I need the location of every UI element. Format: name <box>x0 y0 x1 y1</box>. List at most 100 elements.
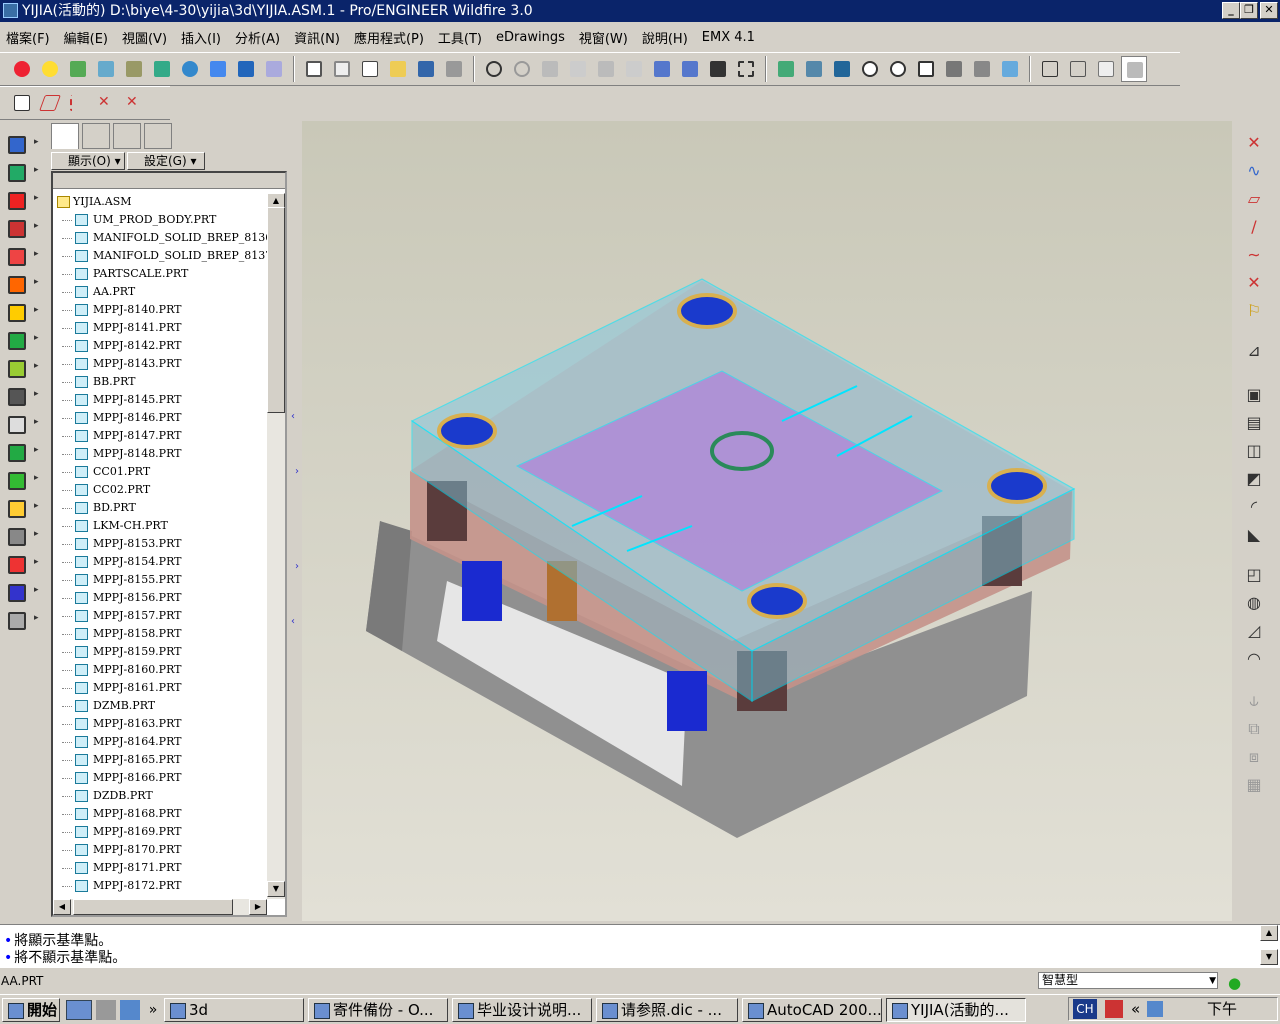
datum-plane-display-icon[interactable] <box>37 90 63 116</box>
tree-item[interactable]: MPPJ-8169.PRT <box>53 823 267 841</box>
csys-icon[interactable]: ⚐ <box>1242 300 1266 322</box>
app-icon[interactable] <box>3 3 18 18</box>
save-icon[interactable] <box>413 56 439 82</box>
menu-analysis[interactable]: 分析(A) <box>235 28 280 47</box>
collapse-left-icon[interactable]: ‹ <box>291 616 295 627</box>
collapse-left-icon[interactable]: ‹ <box>291 411 295 422</box>
task-button-proe[interactable]: YIJIA(活動的... <box>886 997 1026 1022</box>
folder-browser-tab-icon[interactable] <box>82 123 110 149</box>
lightbulb-icon[interactable] <box>37 56 63 82</box>
export-icon[interactable] <box>261 56 287 82</box>
tree-item[interactable]: MPPJ-8147.PRT <box>53 427 267 445</box>
datum-axis-display-icon[interactable] <box>65 90 91 116</box>
menu-insert[interactable]: 插入(I) <box>181 28 221 47</box>
tree-item[interactable]: MPPJ-8146.PRT <box>53 409 267 427</box>
grid-icon[interactable] <box>6 386 39 408</box>
scroll-left-arrow-icon[interactable]: ◀ <box>53 899 71 915</box>
menu-tools[interactable]: 工具(T) <box>438 28 482 47</box>
show-dropdown[interactable]: 顯示(O) ▾ <box>51 152 125 170</box>
chevron-down-icon[interactable]: ▼ <box>1209 974 1216 989</box>
favorites-tab-icon[interactable] <box>113 123 141 149</box>
tree-item[interactable]: MPPJ-8156.PRT <box>53 589 267 607</box>
menu-help[interactable]: 說明(H) <box>642 28 688 47</box>
settings-icon[interactable] <box>6 610 39 632</box>
zoom-out-icon[interactable] <box>885 56 911 82</box>
tree-item[interactable]: MPPJ-8160.PRT <box>53 661 267 679</box>
chamfer-icon[interactable]: ◣ <box>1242 524 1266 546</box>
scroll-right-arrow-icon[interactable]: ▶ <box>249 899 267 915</box>
tree-item[interactable]: MPPJ-8170.PRT <box>53 841 267 859</box>
ie-icon[interactable] <box>66 999 92 1020</box>
create-component-icon[interactable]: ▤ <box>1242 412 1266 434</box>
spin-icon[interactable] <box>829 56 855 82</box>
hole-icon[interactable]: ◫ <box>1242 440 1266 462</box>
undo-icon[interactable] <box>481 56 507 82</box>
tree-item[interactable]: MPPJ-8168.PRT <box>53 805 267 823</box>
close-button[interactable]: ✕ <box>1260 2 1278 19</box>
task-button-outlook[interactable]: 寄件備份 - O... <box>308 997 448 1022</box>
expand-right-icon[interactable]: › <box>295 561 299 572</box>
new-file-icon[interactable] <box>357 56 383 82</box>
person-icon[interactable] <box>205 56 231 82</box>
pattern-icon[interactable]: ▦ <box>1242 774 1266 796</box>
open-folder-icon[interactable] <box>385 56 411 82</box>
round-icon[interactable]: ◜ <box>1242 496 1266 518</box>
quicklaunch-more[interactable]: » <box>142 1002 164 1018</box>
guide-pin-icon[interactable] <box>6 246 39 268</box>
layers-icon[interactable] <box>997 56 1023 82</box>
tree-item[interactable]: CC01.PRT <box>53 463 267 481</box>
shading-icon[interactable] <box>1121 56 1147 82</box>
copy-icon[interactable] <box>565 56 591 82</box>
slider-icon[interactable] <box>6 330 39 352</box>
desktop-icon[interactable] <box>96 999 116 1020</box>
restore-button[interactable]: ❐ <box>1240 2 1258 19</box>
printer-icon[interactable] <box>441 56 467 82</box>
network-icon[interactable] <box>1147 1001 1163 1017</box>
coord-sys-icon[interactable] <box>149 56 175 82</box>
scroll-thumb[interactable] <box>267 207 285 413</box>
tree-item[interactable]: MPPJ-8145.PRT <box>53 391 267 409</box>
connections-tab-icon[interactable] <box>144 123 172 149</box>
datum-plane-icon[interactable]: ▱ <box>1242 188 1266 210</box>
cooling-icon[interactable] <box>6 302 39 324</box>
tree-item[interactable]: MPPJ-8148.PRT <box>53 445 267 463</box>
clock[interactable]: 下午 07:05 <box>1207 998 1277 1024</box>
mold-base-icon[interactable] <box>6 162 39 184</box>
tree-item[interactable]: MPPJ-8171.PRT <box>53 859 267 877</box>
tree-item[interactable]: MPPJ-8155.PRT <box>53 571 267 589</box>
tray-expand-icon[interactable]: « <box>1131 998 1140 1020</box>
scroll-down-arrow-icon[interactable]: ▼ <box>267 881 285 897</box>
tree-item[interactable]: MANIFOLD_SOLID_BREP_8137.PI <box>53 247 267 265</box>
annotation-icon[interactable]: ⊿ <box>1242 340 1266 362</box>
globe-icon[interactable] <box>177 56 203 82</box>
print-icon[interactable] <box>329 56 355 82</box>
sprue-icon[interactable] <box>6 274 39 296</box>
tree-item[interactable]: MPPJ-8140.PRT <box>53 301 267 319</box>
refit-icon[interactable] <box>913 56 939 82</box>
tree-vertical-scrollbar[interactable]: ▲ ▼ <box>267 193 285 899</box>
merge-icon[interactable]: ⧉ <box>1242 718 1266 740</box>
traffic-light-icon[interactable]: ● <box>1228 972 1241 994</box>
connect-icon[interactable] <box>6 582 39 604</box>
tree-item[interactable]: MPPJ-8163.PRT <box>53 715 267 733</box>
tree-item[interactable]: MPPJ-8158.PRT <box>53 625 267 643</box>
extrude-icon[interactable]: ◰ <box>1242 564 1266 586</box>
tree-root[interactable]: YIJIA.ASM <box>53 193 267 211</box>
datum-point-tool-icon[interactable]: ✕ <box>1242 272 1266 294</box>
panel-sash[interactable]: ‹ › › ‹ <box>289 121 301 921</box>
task-button-autocad[interactable]: AutoCAD 200... <box>742 997 882 1022</box>
model-tree-tab-icon[interactable] <box>51 123 79 149</box>
wireframe-icon[interactable] <box>1037 56 1063 82</box>
language-indicator[interactable]: CH <box>1073 999 1097 1019</box>
minimize-button[interactable]: _ <box>1222 2 1240 19</box>
revolve-icon[interactable]: ◍ <box>1242 592 1266 614</box>
redo-icon[interactable] <box>509 56 535 82</box>
task-button-word[interactable]: 毕业设计说明... <box>452 997 592 1022</box>
tree-item[interactable]: BB.PRT <box>53 373 267 391</box>
spin-center-icon[interactable] <box>9 56 35 82</box>
lifter-icon[interactable] <box>6 358 39 380</box>
tree-item[interactable]: MPPJ-8142.PRT <box>53 337 267 355</box>
orient-icon[interactable] <box>801 56 827 82</box>
repaint-icon[interactable] <box>773 56 799 82</box>
tree-horizontal-scrollbar[interactable]: ◀ ▶ <box>53 899 267 915</box>
